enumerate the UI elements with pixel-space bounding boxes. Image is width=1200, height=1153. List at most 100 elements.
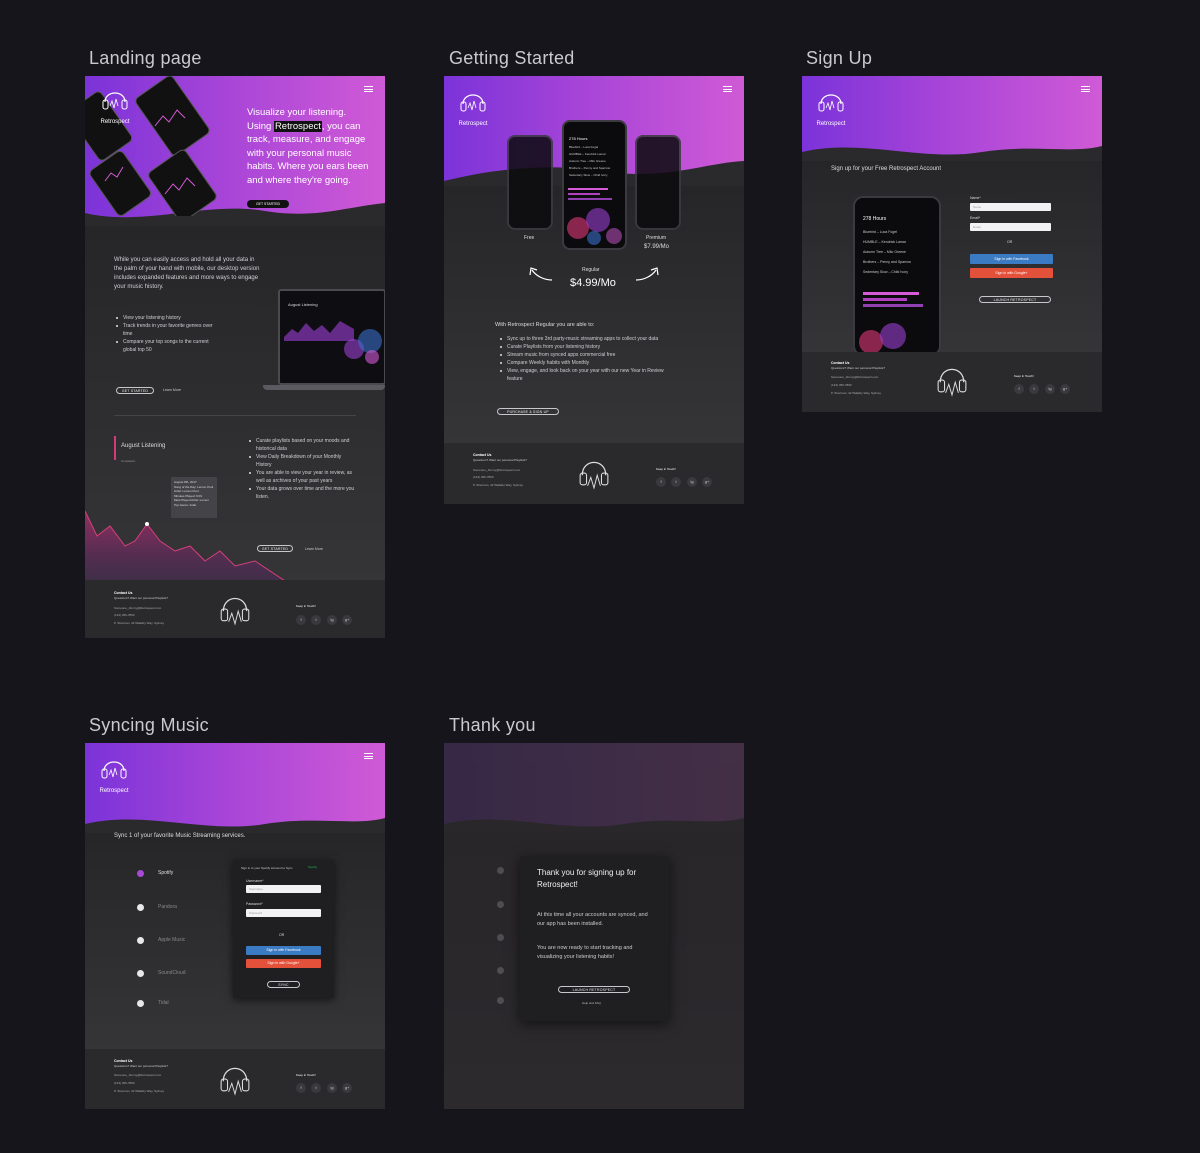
sy-footer: Contact Us Questions? Want our personal … — [85, 1049, 385, 1109]
plan-premium[interactable]: Premium — [646, 235, 666, 241]
menu-icon[interactable] — [364, 753, 373, 759]
thank-you-title: Thank you for signing up for Retrospect! — [537, 868, 637, 889]
footer-keep-in-touch: Keep in Touch! — [1014, 374, 1034, 378]
learn-more-link-2[interactable]: Learn More — [305, 547, 323, 551]
sync-heading: Sync 1 of your favorite Music Streaming … — [114, 833, 246, 839]
brand-label: Retrospect — [99, 788, 129, 794]
username-label: Username* — [246, 879, 264, 883]
phone-regular: 278 Hours Bluebird – Luca Fogel HUMBLE –… — [562, 120, 627, 250]
footer-keep-in-touch: Keep in Touch! — [296, 604, 316, 608]
instagram-icon[interactable]: ig — [327, 1083, 337, 1093]
footer-phone: (123) 456-7890 — [473, 475, 494, 479]
instagram-icon[interactable]: ig — [327, 615, 337, 625]
get-started-button-2[interactable]: GET STARTED — [257, 545, 293, 552]
list-item: HUMBLE – Kendrick Lamar — [569, 152, 606, 156]
list-item: Track trends in your favorite genres ove… — [116, 322, 216, 338]
menu-icon[interactable] — [1081, 86, 1090, 92]
or-divider: OR — [279, 933, 285, 937]
list-item: Sedentary Slow – Child Ivory — [569, 173, 608, 177]
plan-regular[interactable]: Regular — [582, 267, 600, 273]
section-title-landing: Landing page — [89, 48, 202, 68]
footer-email[interactable]: Someone_Jimmy@Retrospect.com — [831, 375, 878, 379]
service-apple-music[interactable]: Apple Music — [158, 937, 185, 943]
list-item: View your listening history — [116, 314, 216, 322]
twitter-icon[interactable]: t — [311, 1083, 321, 1093]
radio-apple-music[interactable] — [137, 937, 144, 944]
launch-retrospect-button[interactable]: LAUNCH RETROSPECT — [979, 296, 1051, 303]
service-pandora[interactable]: Pandora — [158, 904, 177, 910]
headphones-logo-icon — [102, 92, 128, 110]
hero-get-started-button[interactable]: GET STARTED — [247, 200, 289, 208]
radio-soundcloud[interactable] — [137, 970, 144, 977]
facebook-icon[interactable]: f — [296, 1083, 306, 1093]
section-title-sign-up: Sign Up — [806, 48, 873, 68]
brand-logo[interactable]: Retrospect — [97, 753, 131, 794]
gs-footer: Contact Us Questions? Want our personal … — [444, 443, 744, 504]
footer-address: P. Sherman, 42 Wallaby Way, Sydney — [831, 391, 882, 395]
landing-intro: While you can easily access and hold all… — [114, 257, 260, 290]
google-signin-button[interactable]: Sign in with Google+ — [970, 268, 1053, 278]
facebook-icon[interactable]: f — [296, 615, 306, 625]
help-faq-link[interactable]: Help and FAQ — [582, 1001, 601, 1005]
chart-title: August Listening — [121, 443, 166, 449]
twitter-icon[interactable]: t — [671, 477, 681, 487]
footer-email[interactable]: Someone_Jimmy@Retrospect.com — [473, 468, 520, 472]
sy-hero: Retrospect — [85, 743, 385, 834]
service-tidal[interactable]: Tidal — [158, 1000, 169, 1006]
learn-more-link[interactable]: Learn More — [163, 388, 181, 392]
get-started-button[interactable]: GET STARTED — [116, 387, 154, 394]
footer-contact-question: Questions? Want our personal Playlists? — [473, 458, 527, 462]
facebook-signin-button[interactable]: Sign in with Facebook — [246, 946, 321, 955]
brand-logo[interactable]: Retrospect — [814, 86, 848, 127]
instagram-icon[interactable]: ig — [687, 477, 697, 487]
purchase-signup-button[interactable]: PURCHASE & SIGN UP — [497, 408, 559, 415]
arrow-left-icon[interactable] — [528, 266, 554, 282]
arrow-right-icon[interactable] — [634, 266, 660, 282]
footer-address: P. Sherman, 42 Wallaby Way, Sydney — [473, 483, 524, 487]
brand-logo[interactable]: Retrospect — [456, 86, 490, 127]
footer-contact-question: Questions? Want our personal Playlists? — [114, 1064, 168, 1068]
footer-email[interactable]: Someone_Jimmy@Retrospect.com — [114, 1073, 161, 1077]
google-signin-button[interactable]: Sign in with Google+ — [246, 959, 321, 968]
hero-text-pre: Visualize your listening. — [247, 107, 347, 118]
footer-email[interactable]: Someone_Jimmy@Retrospect.com — [114, 606, 161, 610]
radio-tidal[interactable] — [137, 1000, 144, 1007]
footer-contact-title: Contact Us — [114, 591, 133, 595]
brand-logo[interactable]: Retrospect — [98, 84, 132, 125]
facebook-icon[interactable]: f — [1014, 384, 1024, 394]
chart-accent-bar — [114, 436, 116, 460]
laptop-mockup: August Listening — [278, 289, 385, 385]
facebook-icon[interactable]: f — [656, 477, 666, 487]
service-spotify[interactable]: Spotify — [158, 870, 173, 876]
list-item: Brothers – Penny and Sparrow — [863, 260, 911, 264]
list-item: Your data grows over time and the more y… — [249, 485, 357, 501]
menu-icon[interactable] — [364, 86, 373, 92]
list-item: Compare your top songs to the current gl… — [116, 338, 216, 354]
google-plus-icon[interactable]: g+ — [342, 1083, 352, 1093]
launch-retrospect-button[interactable]: LAUNCH RETROSPECT — [558, 986, 630, 993]
twitter-icon[interactable]: t — [1029, 384, 1039, 394]
google-plus-icon[interactable]: g+ — [342, 615, 352, 625]
facebook-signin-button[interactable]: Sign in with Facebook — [970, 254, 1053, 264]
service-soundcloud[interactable]: SoundCloud — [158, 970, 186, 976]
instagram-icon[interactable]: ig — [1045, 384, 1055, 394]
google-plus-icon[interactable]: g+ — [1060, 384, 1070, 394]
chart-subtitle: Consistent — [121, 459, 136, 463]
menu-icon[interactable] — [723, 86, 732, 92]
hero-text-brand: Retrospect — [273, 120, 322, 132]
username-input[interactable]: Username — [246, 885, 321, 893]
name-input[interactable]: Name — [970, 203, 1051, 211]
google-plus-icon[interactable]: g+ — [702, 477, 712, 487]
radio-spotify[interactable] — [137, 870, 144, 877]
thank-you-paragraph-1: At this time all your accounts are synce… — [537, 912, 648, 927]
phone-hours: 278 Hours — [863, 216, 887, 222]
footer-keep-in-touch: Keep in Touch! — [656, 467, 676, 471]
plan-free[interactable]: Free — [524, 235, 534, 241]
sync-button[interactable]: SYNC — [267, 981, 300, 988]
radio-pandora[interactable] — [137, 904, 144, 911]
twitter-icon[interactable]: t — [311, 615, 321, 625]
password-input[interactable]: Password — [246, 909, 321, 917]
radio-faded — [497, 901, 504, 908]
email-input[interactable]: Email — [970, 223, 1051, 231]
list-item: Bluebird – Luca Fogel — [863, 230, 898, 234]
